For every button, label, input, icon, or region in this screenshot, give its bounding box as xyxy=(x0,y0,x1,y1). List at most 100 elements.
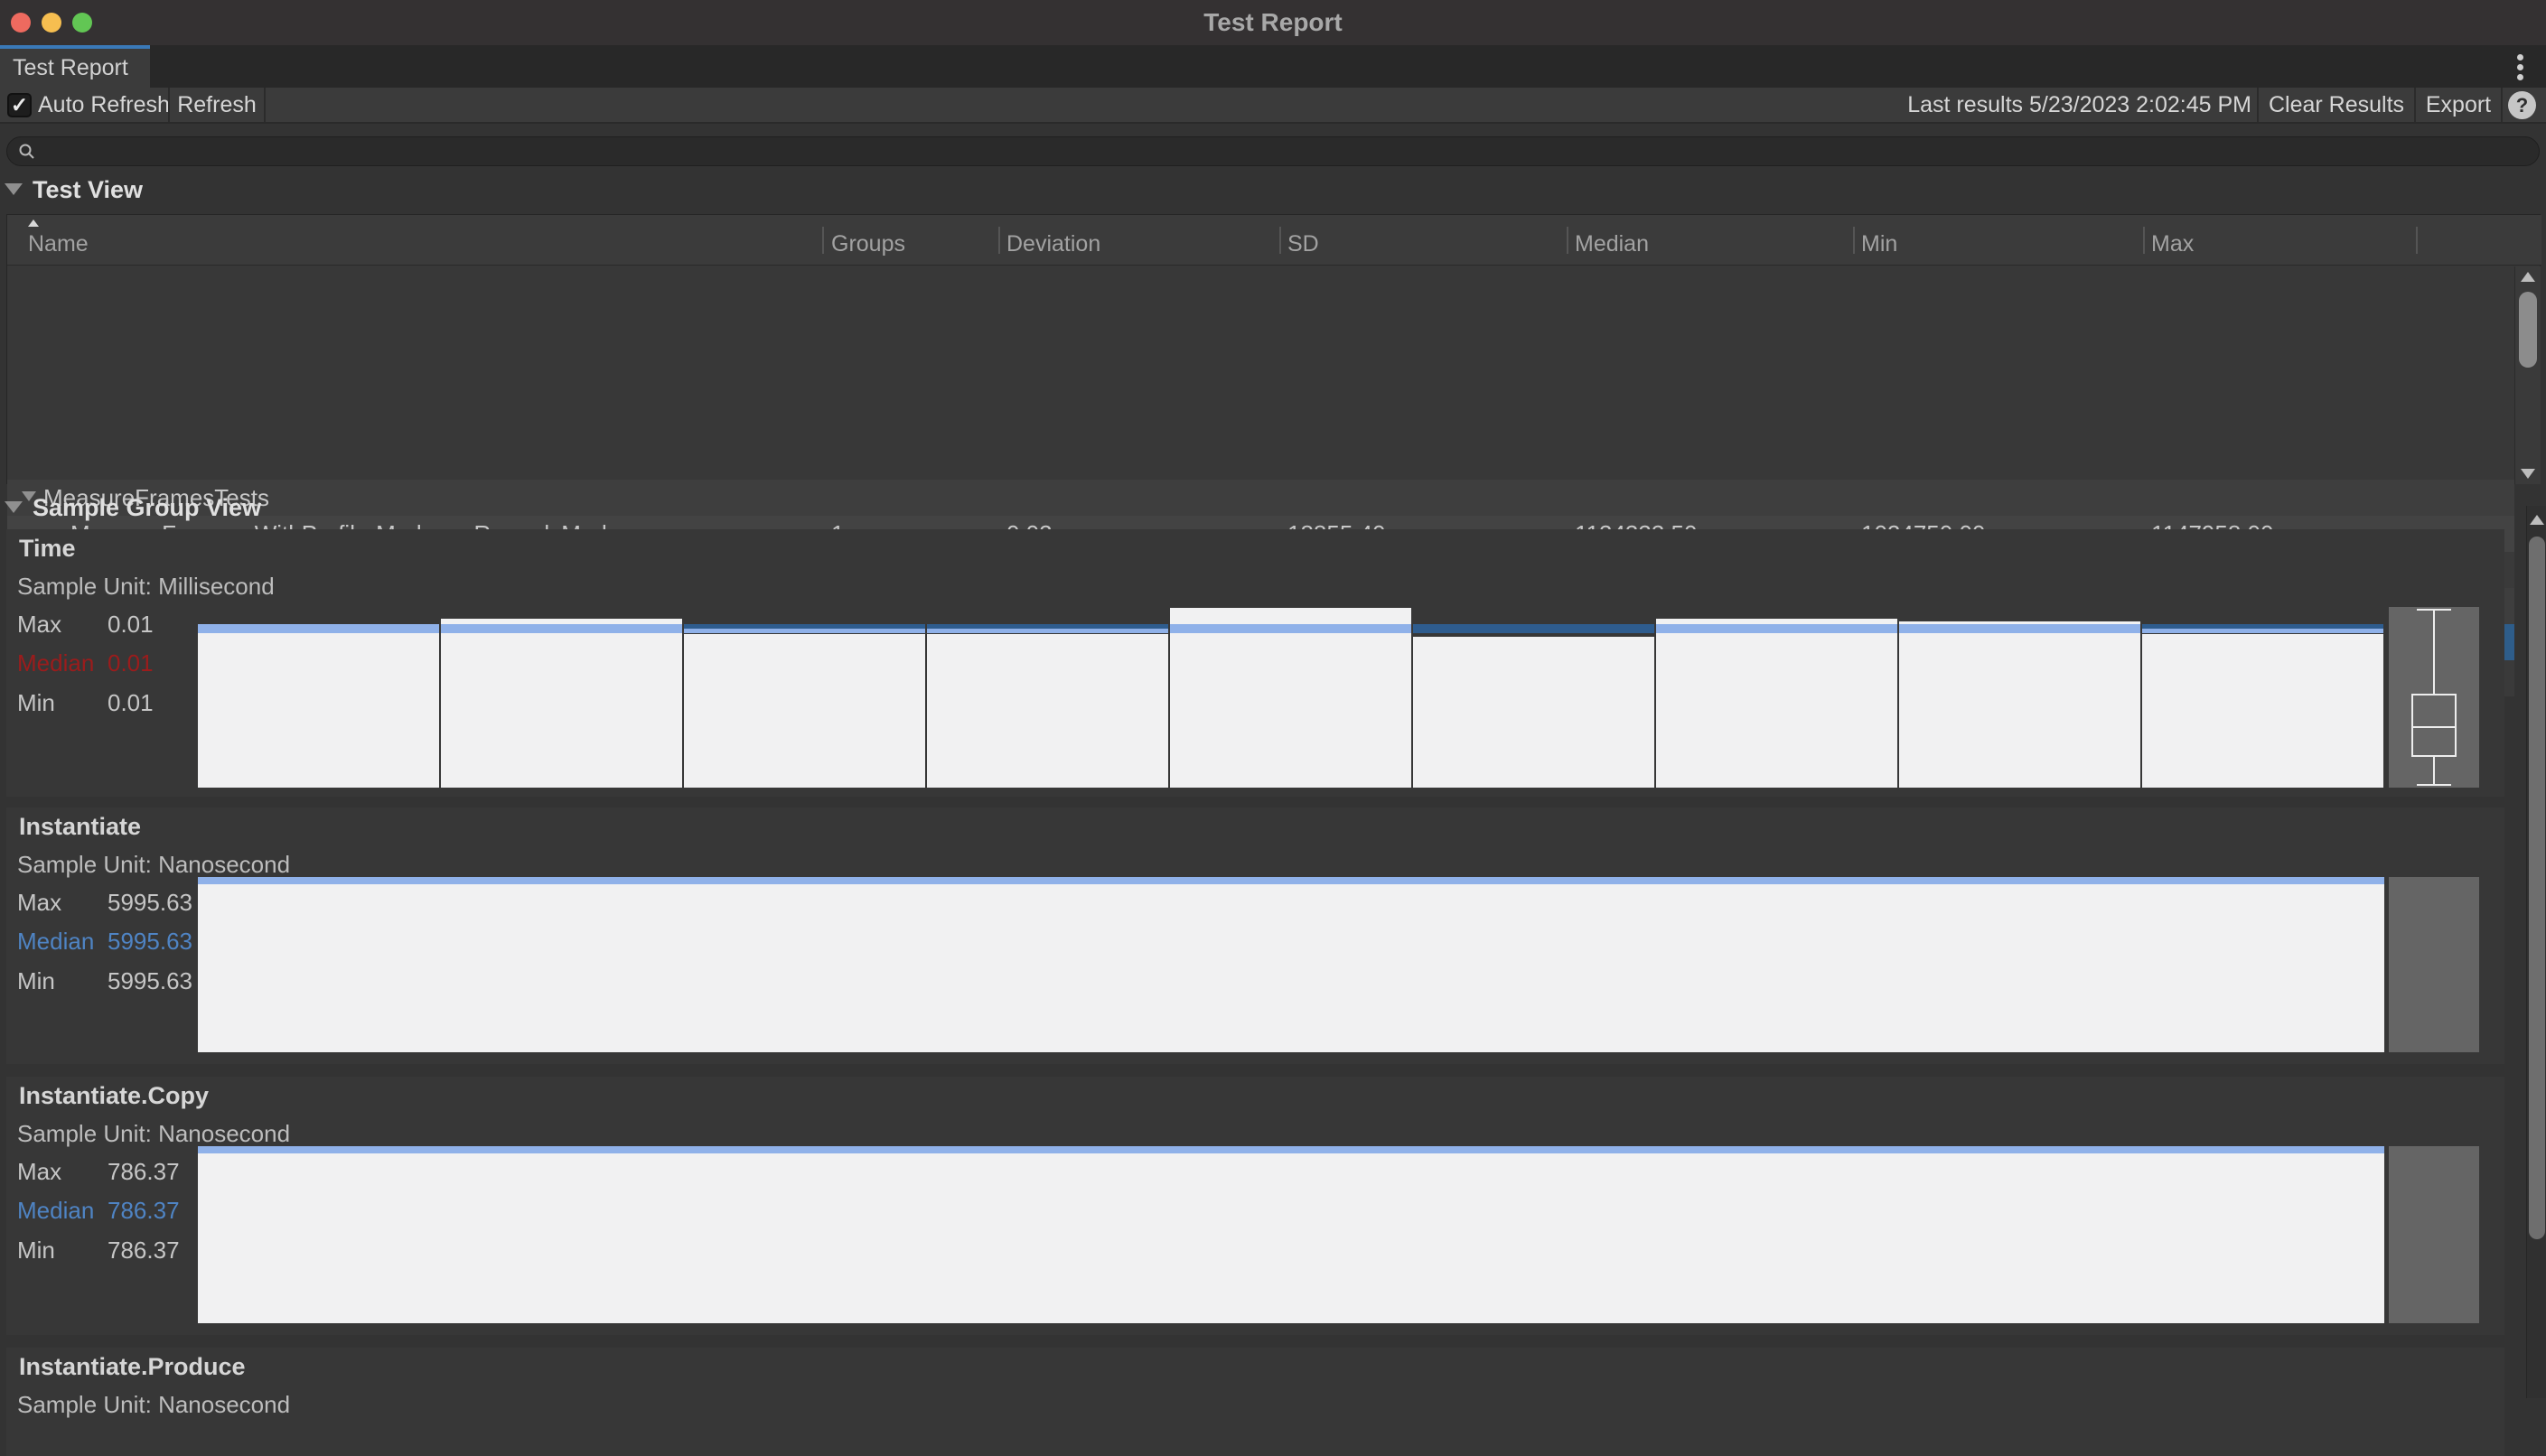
sample-group-title: Time xyxy=(19,535,76,563)
stat-min: Min5995.63 xyxy=(17,967,55,995)
test-view-header[interactable]: Test View xyxy=(0,176,542,203)
table-scrollbar[interactable] xyxy=(2514,266,2541,484)
stat-median-value: 5995.63 xyxy=(108,928,192,956)
clear-results-button[interactable]: Clear Results xyxy=(2259,88,2414,122)
box-plot-median-line xyxy=(2411,726,2457,728)
box-plot-whisker-cap xyxy=(2417,784,2451,786)
column-header-groups[interactable]: Groups xyxy=(831,231,905,257)
median-line-segment xyxy=(1413,624,1654,633)
stat-median: Median0.01 xyxy=(17,649,94,677)
sample-unit-label: Sample Unit: Nanosecond xyxy=(17,1120,290,1148)
stat-max: Max786.37 xyxy=(17,1158,61,1186)
column-divider[interactable] xyxy=(1853,227,1855,254)
column-header-max[interactable]: Max xyxy=(2151,231,2194,257)
stat-min-value: 0.01 xyxy=(108,689,154,717)
auto-refresh-label[interactable]: Auto Refresh xyxy=(38,92,170,117)
refresh-button[interactable]: Refresh xyxy=(170,88,264,122)
sample-unit-label: Sample Unit: Millisecond xyxy=(17,573,275,601)
column-divider[interactable] xyxy=(1567,227,1568,254)
sample-view-scrollbar[interactable] xyxy=(2526,506,2546,1398)
scroll-up-icon[interactable] xyxy=(2521,272,2535,282)
stat-median: Median5995.63 xyxy=(17,928,94,956)
stat-min-value: 5995.63 xyxy=(108,967,192,995)
box-plot-panel xyxy=(2389,607,2479,788)
column-header-min[interactable]: Min xyxy=(1861,231,1897,257)
column-header-name[interactable]: Name xyxy=(28,231,89,257)
stat-median: Median786.37 xyxy=(17,1197,94,1225)
chart-bar xyxy=(198,632,439,788)
chart-bar xyxy=(927,634,1168,788)
column-divider[interactable] xyxy=(2416,227,2418,254)
tab-label: Test Report xyxy=(13,55,128,80)
chart-bar xyxy=(1656,619,1897,788)
sort-ascending-icon xyxy=(28,219,39,227)
sample-group-title: Instantiate.Copy xyxy=(19,1082,209,1110)
column-header-median[interactable]: Median xyxy=(1575,231,1649,257)
box-plot-panel xyxy=(2389,877,2479,1052)
sample-unit-label: Sample Unit: Nanosecond xyxy=(17,1391,290,1419)
window-title: Test Report xyxy=(0,0,2546,45)
scrollbar-thumb[interactable] xyxy=(2529,537,2545,1239)
tab-test-report[interactable]: Test Report xyxy=(0,45,150,88)
median-line-segment xyxy=(927,624,1168,633)
column-divider[interactable] xyxy=(998,227,1000,254)
sample-group-panel: Instantiate.Produce Sample Unit: Nanoseco… xyxy=(6,1348,2504,1456)
median-line-segment xyxy=(684,624,925,633)
stat-median-value: 786.37 xyxy=(108,1197,180,1225)
auto-refresh-checkbox[interactable]: ✓ xyxy=(7,93,32,117)
median-line-segment xyxy=(198,877,2384,884)
stat-max: Max5995.63 xyxy=(17,889,61,917)
column-header-deviation[interactable]: Deviation xyxy=(1006,231,1100,257)
median-line-segment xyxy=(2142,624,2383,633)
stat-max-value: 5995.63 xyxy=(108,889,192,917)
median-line-segment xyxy=(1170,624,1411,633)
toolbar-separator xyxy=(264,88,266,122)
chart-bar xyxy=(1170,608,1411,788)
chart-bar xyxy=(2142,634,2383,788)
scrollbar-thumb[interactable] xyxy=(2519,292,2537,368)
export-button[interactable]: Export xyxy=(2416,88,2501,122)
column-header-sd[interactable]: SD xyxy=(1287,231,1319,257)
sample-group-view-title: Sample Group View xyxy=(33,494,261,521)
titlebar: Test Report xyxy=(0,0,2546,45)
chart-bar xyxy=(198,877,2384,1052)
median-line-segment xyxy=(198,1146,2384,1153)
column-divider[interactable] xyxy=(2143,227,2145,254)
search-input[interactable] xyxy=(6,136,2540,166)
sample-group-title: Instantiate xyxy=(19,813,141,841)
test-results-table: NameGroupsDeviationSDMedianMinMax Measur… xyxy=(6,214,2541,484)
foldout-arrow-icon[interactable] xyxy=(5,501,23,513)
median-line-segment xyxy=(198,624,439,633)
sample-group-panel: Instantiate.Copy Sample Unit: Nanosecond M… xyxy=(6,1077,2504,1335)
foldout-arrow-icon[interactable] xyxy=(5,183,23,195)
chart-bar xyxy=(441,619,682,788)
chart-bar xyxy=(1413,637,1654,788)
sample-group-panel: Time Sample Unit: Millisecond Max0.01 Media… xyxy=(6,529,2504,797)
box-plot-panel xyxy=(2389,1146,2479,1323)
stat-min: Min0.01 xyxy=(17,689,55,717)
column-divider[interactable] xyxy=(822,227,824,254)
sample-group-view-header[interactable]: Sample Group View xyxy=(0,494,723,521)
scroll-down-icon[interactable] xyxy=(2521,469,2535,479)
sample-unit-label: Sample Unit: Nanosecond xyxy=(17,851,290,879)
stat-max-value: 0.01 xyxy=(108,611,154,639)
search-icon xyxy=(18,143,36,161)
box-plot-box xyxy=(2411,694,2457,757)
toolbar-separator xyxy=(2501,88,2503,122)
scroll-up-icon[interactable] xyxy=(2530,515,2544,525)
sample-group-title: Instantiate.Produce xyxy=(19,1353,246,1381)
stat-max-value: 786.37 xyxy=(108,1158,180,1186)
tab-bar: Test Report xyxy=(0,45,2546,88)
kebab-menu-icon[interactable] xyxy=(2517,54,2524,79)
stat-median-value: 0.01 xyxy=(108,649,154,677)
stat-max: Max0.01 xyxy=(17,611,61,639)
help-icon[interactable]: ? xyxy=(2508,91,2536,119)
test-view-title: Test View xyxy=(33,176,143,203)
table-header: Name Groups Deviation SD Median Min Max xyxy=(7,215,2541,266)
chart-bar xyxy=(1899,621,2140,788)
stat-min-value: 786.37 xyxy=(108,1237,180,1265)
last-results-label: Last results 5/23/2023 2:02:45 PM xyxy=(1907,92,2251,117)
chart-bar xyxy=(684,634,925,788)
median-line-segment xyxy=(441,624,682,633)
column-divider[interactable] xyxy=(1279,227,1281,254)
